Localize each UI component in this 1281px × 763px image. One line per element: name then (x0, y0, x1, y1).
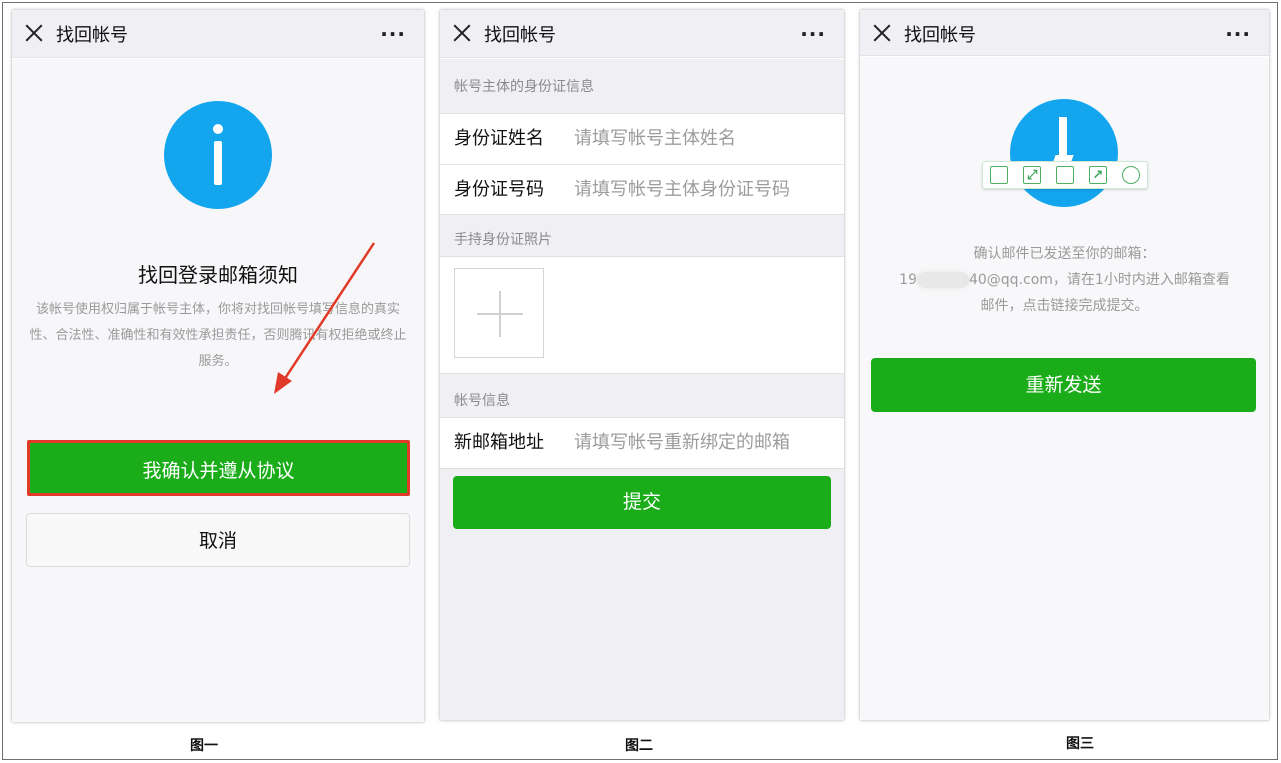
email-suffix: 40@qq.com，请在1小时内进入邮箱查看 (968, 272, 1230, 288)
mail-line-1: 确认邮件已发送至你的邮箱： (973, 246, 1156, 262)
mail-status-icon (1010, 99, 1118, 207)
caption-figure-2: 图二 (625, 738, 653, 754)
account-info-group: 新邮箱地址 请填写帐号重新绑定的邮箱 (440, 417, 844, 469)
mail-line-3: 邮件，点击链接完成提交。 (980, 298, 1149, 314)
id-name-label: 身份证姓名 (454, 128, 544, 149)
id-info-group: 身份证姓名 请填写帐号主体姓名 身份证号码 请填写帐号主体身份证号码 (440, 113, 844, 215)
caption-figure-3: 图三 (1066, 736, 1094, 752)
redacted-email (916, 272, 969, 288)
page-title: 找回帐号 (484, 25, 556, 46)
save-icon[interactable] (1055, 166, 1074, 184)
fullscreen-icon[interactable]: ⤢ (1023, 166, 1042, 184)
section-label-id-info: 帐号主体的身份证信息 (454, 79, 594, 95)
mail-sent-text: 确认邮件已发送至你的邮箱： 19 40@qq.com，请在1小时内进入邮箱查看 邮… (876, 241, 1253, 319)
phone-panel-2: 找回帐号 ··· 帐号主体的身份证信息 身份证姓名 请填写帐号主体姓名 身份证号码… (440, 10, 844, 720)
section-label-photo: 手持身份证照片 (454, 232, 552, 248)
resend-button[interactable]: 重新发送 (871, 358, 1256, 412)
close-icon[interactable] (872, 23, 892, 43)
page-title: 找回帐号 (904, 25, 976, 46)
phone-panel-1: 找回帐号 ··· 找回登录邮箱须知 该帐号使用权归属于帐号主体，你将对找回帐号填… (12, 10, 424, 722)
form-body: 帐号主体的身份证信息 身份证姓名 请填写帐号主体姓名 身份证号码 请填写帐号主体身份… (440, 59, 844, 720)
caption-figure-1: 图一 (190, 738, 218, 754)
id-number-input[interactable]: 请填写帐号主体身份证号码 (574, 179, 790, 200)
nav-bar: 找回帐号 ··· (860, 10, 1269, 56)
mail-sent-body: ⤢ ↗ 确认邮件已发送至你的邮箱： 19 40@qq.com，请在1小时内进入邮箱… (860, 57, 1269, 720)
red-arrow-annotation (274, 242, 376, 394)
more-icon[interactable]: ··· (800, 22, 826, 46)
id-number-row[interactable]: 身份证号码 请填写帐号主体身份证号码 (440, 164, 844, 214)
add-photo-icon[interactable] (454, 268, 544, 358)
overlay-toolbar: ⤢ ↗ (982, 161, 1148, 189)
share-icon[interactable]: ↗ (1088, 166, 1107, 184)
nav-bar: 找回帐号 ··· (440, 10, 844, 58)
submit-button[interactable]: 提交 (453, 476, 831, 529)
more-icon[interactable]: ··· (1225, 22, 1251, 46)
mail-line-2: 19 40@qq.com，请在1小时内进入邮箱查看 (876, 267, 1253, 293)
gear-icon[interactable] (1121, 166, 1140, 184)
email-row[interactable]: 新邮箱地址 请填写帐号重新绑定的邮箱 (440, 418, 844, 468)
id-name-input[interactable]: 请填写帐号主体姓名 (574, 128, 736, 149)
photo-group (440, 256, 844, 374)
email-label: 新邮箱地址 (454, 432, 544, 453)
email-prefix: 19 (899, 272, 917, 288)
id-name-row[interactable]: 身份证姓名 请填写帐号主体姓名 (440, 114, 844, 164)
close-icon[interactable] (452, 23, 472, 43)
email-input[interactable]: 请填写帐号重新绑定的邮箱 (574, 432, 790, 453)
id-number-label: 身份证号码 (454, 179, 544, 200)
section-label-account: 帐号信息 (454, 393, 510, 409)
phone-icon[interactable] (990, 166, 1009, 184)
phone-panel-3: 找回帐号 ··· ⤢ ↗ 确认邮件已发送至你的邮箱： 19 40@qq.com，请… (860, 10, 1269, 720)
